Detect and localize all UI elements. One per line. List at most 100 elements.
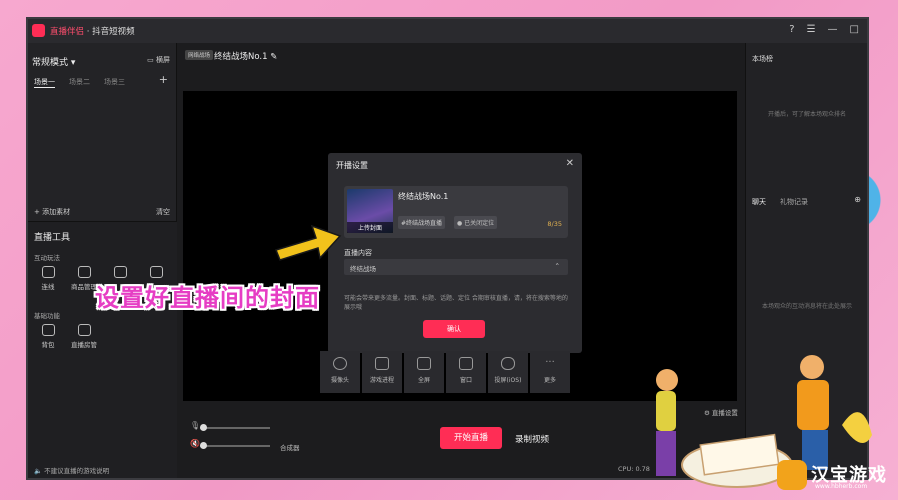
start-live-dialog: 开播设置 ✕ 上传封面 终结战场No.1 #终结战场直播 ● 已关闭定位 8/3… — [328, 153, 582, 353]
source-bar: 摄像头 游戏进程 全屏 窗口 投屏(iOS) ··· 更多 — [320, 351, 602, 395]
mode-dropdown[interactable]: 常规模式 ▾ — [32, 55, 75, 68]
speaker-volume-slider[interactable] — [200, 442, 270, 449]
camera-icon — [333, 357, 347, 370]
scene-tabs: 场景一 场景二 场景三 — [34, 77, 125, 88]
content-label: 直播内容 — [344, 249, 372, 257]
ranking-empty: 开播后，可了解本场观众排名 — [767, 111, 846, 118]
watermark-logo-icon — [777, 460, 807, 490]
tool-backpack[interactable]: 背包 — [30, 324, 66, 349]
source-window[interactable]: 窗口 — [446, 351, 486, 393]
link-icon — [41, 266, 55, 278]
basic-label: 基础功能 — [34, 312, 60, 320]
more-icon: ··· — [545, 357, 555, 368]
location-tag-text: 已关闭定位 — [464, 220, 495, 227]
watermark-url: www.hbherb.com — [815, 483, 868, 490]
tool-label: 商品管理 — [71, 283, 97, 291]
ranking-title: 本场榜 — [752, 55, 773, 63]
app-logo-icon — [32, 24, 45, 37]
live-tools-panel: 直播工具 互动玩法 连线 商品管理 基础功能 背包 直播房管 — [28, 221, 177, 478]
tutorial-caption: 设置好直播间的封面 — [95, 284, 320, 312]
tab-scene-1[interactable]: 场景一 — [34, 77, 55, 88]
room-title-field[interactable]: 终结战场No.1 — [398, 191, 448, 202]
source-more[interactable]: ··· 更多 — [530, 351, 570, 393]
left-panel: 常规模式 ▾ ▭ 横屏 场景一 场景二 场景三 + + 添加素材 清空 直播工具… — [28, 43, 177, 478]
tool-label: 直播房管 — [71, 341, 97, 349]
tab-scene-2[interactable]: 场景二 — [69, 77, 90, 88]
dialog-title: 开播设置 — [336, 161, 368, 170]
window-controls: ? ☰ — □ — [789, 24, 859, 35]
footer-note-text: 不建议直播的游戏说明 — [44, 467, 110, 475]
cover-image[interactable]: 上传封面 — [347, 189, 393, 233]
menu-icon[interactable]: ☰ — [807, 24, 816, 35]
window-title: 直播伴侣 · 抖音短视频 — [50, 25, 135, 37]
titlebar: 直播伴侣 · 抖音短视频 ? ☰ — □ — [28, 19, 867, 43]
close-icon[interactable]: ✕ — [566, 158, 574, 169]
chat-empty: 本场观众的互动消息将在此处展示 — [761, 303, 852, 310]
shop-icon — [77, 266, 91, 278]
upload-cover-label[interactable]: 上传封面 — [347, 222, 393, 233]
source-label: 窗口 — [459, 377, 472, 384]
speaker-mute-icon[interactable]: 🔇 — [190, 439, 200, 448]
tool-label: 背包 — [41, 341, 55, 349]
source-ios-cast[interactable]: 投屏(iOS) — [488, 351, 528, 393]
tool-label: 连线 — [41, 283, 55, 291]
source-label: 投屏(iOS) — [494, 377, 522, 384]
gift-icon — [113, 266, 127, 278]
maximize-icon[interactable]: □ — [850, 24, 859, 35]
task-icon — [149, 266, 163, 278]
slider-knob[interactable] — [200, 424, 207, 431]
add-scene-icon[interactable]: + — [159, 73, 168, 86]
chat-tabs: 聊天 礼物记录 — [752, 197, 808, 207]
mic-icon[interactable]: 🎙 — [190, 421, 200, 430]
add-icon[interactable]: ⊕ — [854, 195, 861, 204]
window-icon — [459, 357, 473, 370]
tools-title: 直播工具 — [34, 233, 71, 243]
tab-gift-records[interactable]: 礼物记录 — [780, 197, 808, 207]
content-select-value: 终结战场 — [350, 265, 376, 273]
content-select[interactable]: 终结战场 ⌃ — [344, 259, 568, 275]
clear-button[interactable]: 清空 — [156, 207, 170, 217]
dialog-hint: 可能会带来更多流量。封面、标题、话题、定位 合期审核直播，请，将在搜索等地的展示… — [344, 295, 568, 311]
backpack-icon — [41, 324, 55, 336]
source-label: 更多 — [543, 377, 556, 384]
source-game[interactable]: 游戏进程 — [362, 351, 402, 393]
start-live-button[interactable]: 开始直播 — [440, 427, 502, 449]
title-char-count: 8/35 — [547, 220, 562, 228]
source-fullscreen[interactable]: 全屏 — [404, 351, 444, 393]
slider-knob[interactable] — [200, 442, 207, 449]
room-info-card: 上传封面 终结战场No.1 #终结战场直播 ● 已关闭定位 8/35 — [344, 186, 568, 238]
tool-lianxian[interactable]: 连线 — [30, 266, 66, 291]
chevron-up-icon: ⌃ — [554, 262, 560, 270]
source-label: 游戏进程 — [369, 377, 394, 384]
room-name-text: 终结战场No.1 — [214, 52, 268, 62]
tab-chat[interactable]: 聊天 — [752, 197, 766, 207]
gamepad-icon — [375, 357, 389, 370]
mic-volume-slider[interactable] — [200, 424, 270, 431]
interactive-label: 互动玩法 — [34, 254, 60, 262]
source-label: 摄像头 — [330, 377, 349, 384]
pointer-arrow-icon — [274, 224, 342, 261]
room-name[interactable]: 终结战场No.1 ✎ — [214, 50, 277, 62]
footer-note[interactable]: 🔈 不建议直播的游戏说明 — [34, 465, 109, 475]
topic-tag[interactable]: #终结战场直播 — [398, 216, 446, 229]
source-camera[interactable]: 摄像头 — [320, 351, 360, 393]
app-brand: 直播伴侣 — [50, 27, 85, 37]
apple-icon — [501, 357, 515, 370]
landscape-label: 横屏 — [156, 56, 170, 64]
room-header: 网络战场 终结战场No.1 ✎ — [178, 43, 744, 69]
minimize-icon[interactable]: — — [828, 24, 838, 35]
add-source-button[interactable]: + 添加素材 — [34, 207, 70, 217]
monitor-icon — [417, 357, 431, 370]
user-icon — [77, 324, 91, 336]
confirm-button[interactable]: 确认 — [423, 320, 485, 338]
tab-scene-3[interactable]: 场景三 — [104, 77, 125, 88]
location-tag[interactable]: ● 已关闭定位 — [454, 216, 498, 229]
tool-room-admin[interactable]: 直播房管 — [66, 324, 102, 349]
watermark: 汉宝游戏 www.hbherb.com — [775, 456, 897, 500]
landscape-toggle[interactable]: ▭ 横屏 — [147, 55, 170, 65]
edit-icon[interactable]: ✎ — [270, 52, 277, 62]
record-video-button[interactable]: 录制视频 — [515, 433, 549, 445]
help-icon[interactable]: ? — [789, 24, 794, 35]
mixer-button[interactable]: 合成器 — [280, 442, 300, 452]
room-badge: 网络战场 — [185, 50, 214, 60]
